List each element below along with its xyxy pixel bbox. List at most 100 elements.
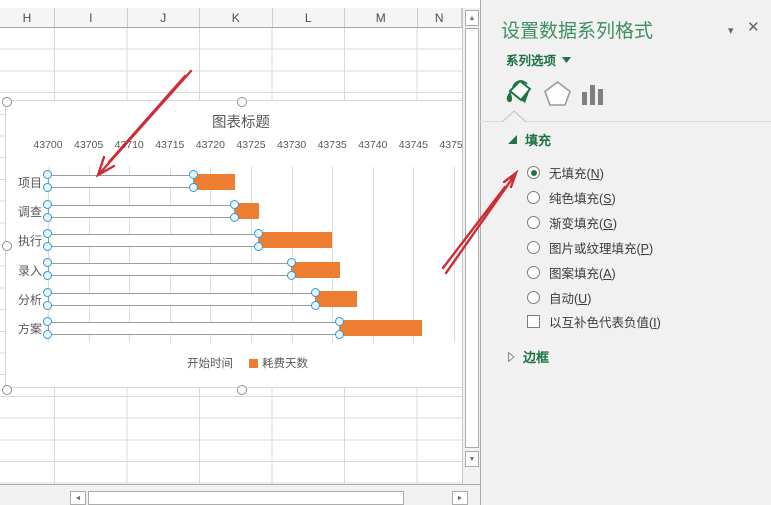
start-bar[interactable] xyxy=(48,204,235,218)
axis-tick-label[interactable]: 43715 xyxy=(148,139,192,151)
duration-bar[interactable] xyxy=(259,232,333,249)
axis-tick-label[interactable]: 43720 xyxy=(188,139,232,151)
radio-G[interactable] xyxy=(527,216,540,229)
invert-negative-checkbox[interactable] xyxy=(527,315,540,328)
chart-selection-handle[interactable] xyxy=(237,97,247,107)
series-selection-handle[interactable] xyxy=(310,287,320,297)
series-selection-handle[interactable] xyxy=(43,271,52,281)
fill-option-S[interactable]: 纯色填充(S) xyxy=(527,188,616,207)
series-selection-handle[interactable] xyxy=(43,212,52,222)
series-selection-handle[interactable] xyxy=(43,287,52,297)
radio-N[interactable] xyxy=(527,166,540,179)
scroll-up-button[interactable]: ▲ xyxy=(465,10,479,26)
vertical-scrollbar[interactable]: ▲ ▼ xyxy=(462,8,480,484)
axis-tick-label[interactable]: 43725 xyxy=(229,139,273,151)
horizontal-scroll-thumb[interactable] xyxy=(88,491,404,505)
start-bar[interactable] xyxy=(48,175,195,189)
duration-bar[interactable] xyxy=(194,173,235,190)
series-selection-handle[interactable] xyxy=(335,329,345,339)
column-header-I[interactable]: I xyxy=(55,8,128,27)
chart-selection-handle[interactable] xyxy=(2,241,12,251)
axis-tick-label[interactable]: 43735 xyxy=(310,139,354,151)
category-label[interactable]: 项目 xyxy=(8,174,42,191)
radio-S[interactable] xyxy=(527,191,540,204)
fill-option-U[interactable]: 自动(U) xyxy=(527,288,591,307)
axis-tick-label[interactable]: 43740 xyxy=(351,139,395,151)
series-selection-handle[interactable] xyxy=(43,228,52,238)
category-label[interactable]: 录入 xyxy=(8,262,42,279)
start-bar[interactable] xyxy=(48,263,292,277)
border-section-header[interactable]: 边框 xyxy=(508,347,549,366)
column-header-H[interactable]: H xyxy=(0,8,55,27)
chart-legend[interactable]: 开始时间 耗费天数 xyxy=(6,355,476,371)
series-selection-handle[interactable] xyxy=(254,241,264,251)
series-selection-handle[interactable] xyxy=(310,300,320,310)
fill-option-label[interactable]: 无填充(N) xyxy=(549,163,604,182)
axis-tick-label[interactable]: 43710 xyxy=(107,139,151,151)
category-label[interactable]: 调查 xyxy=(8,203,42,220)
fill-option-label[interactable]: 图案填充(A) xyxy=(549,263,616,282)
series-selection-handle[interactable] xyxy=(254,228,264,238)
tab-fill-and-line[interactable] xyxy=(503,76,535,113)
series-selection-handle[interactable] xyxy=(286,271,296,281)
fill-option-label[interactable]: 自动(U) xyxy=(549,288,591,307)
fill-option-P[interactable]: 图片或纹理填充(P) xyxy=(527,238,653,257)
fill-option-label[interactable]: 图片或纹理填充(P) xyxy=(549,238,653,257)
scroll-right-button[interactable]: ► xyxy=(452,491,468,505)
chart-selection-handle[interactable] xyxy=(237,385,247,395)
fill-option-N[interactable]: 无填充(N) xyxy=(527,163,604,182)
pane-dropdown-icon[interactable]: ▾ xyxy=(728,24,734,37)
pane-close-icon[interactable]: ✕ xyxy=(747,18,760,36)
axis-tick-label[interactable]: 43730 xyxy=(270,139,314,151)
column-header-L[interactable]: L xyxy=(273,8,345,27)
scroll-left-button[interactable]: ◄ xyxy=(70,491,86,505)
duration-bar[interactable] xyxy=(315,291,357,307)
series-selection-handle[interactable] xyxy=(43,316,52,326)
series-options-dropdown[interactable]: 系列选项 xyxy=(506,50,572,69)
tab-effects[interactable] xyxy=(544,80,571,112)
series-selection-handle[interactable] xyxy=(286,258,296,268)
start-bar[interactable] xyxy=(48,233,260,247)
category-label[interactable]: 执行 xyxy=(8,232,42,249)
fill-option-A[interactable]: 图案填充(A) xyxy=(527,263,616,282)
start-bar[interactable] xyxy=(48,321,341,335)
category-label[interactable]: 方案 xyxy=(8,320,42,337)
fill-section-header[interactable]: 填充 xyxy=(508,130,551,149)
invert-negative-checkbox-row[interactable]: 以互补色代表负值(I) xyxy=(527,312,661,331)
chart-title[interactable]: 图表标题 xyxy=(6,111,476,132)
series-selection-handle[interactable] xyxy=(229,212,239,222)
series-selection-handle[interactable] xyxy=(189,183,199,193)
checkbox-label[interactable]: 以互补色代表负值(I) xyxy=(549,312,661,331)
legend-item[interactable]: 耗费天数 xyxy=(249,355,308,371)
axis-tick-label[interactable]: 43700 xyxy=(26,139,70,151)
chart-area[interactable]: 图表标题 开始时间 耗费天数 43700 43705 43710 43715 43720 4… xyxy=(2,97,476,395)
radio-A[interactable] xyxy=(527,266,540,279)
radio-U[interactable] xyxy=(527,291,540,304)
fill-option-label[interactable]: 纯色填充(S) xyxy=(549,188,616,207)
legend-item[interactable]: 开始时间 xyxy=(174,355,233,371)
fill-option-label[interactable]: 渐变填充(G) xyxy=(549,213,617,232)
duration-bar[interactable] xyxy=(291,261,341,278)
scroll-down-button[interactable]: ▼ xyxy=(465,451,479,467)
horizontal-scrollbar[interactable]: ◄ ► xyxy=(0,484,480,505)
category-label[interactable]: 分析 xyxy=(8,291,42,308)
radio-P[interactable] xyxy=(527,241,540,254)
column-header-M[interactable]: M xyxy=(345,8,418,27)
column-header-K[interactable]: K xyxy=(200,8,273,27)
axis-tick-label[interactable]: 43705 xyxy=(67,139,111,151)
series-selection-handle[interactable] xyxy=(43,300,52,310)
vertical-scroll-thumb[interactable] xyxy=(465,28,479,448)
column-header-J[interactable]: J xyxy=(128,8,200,27)
series-selection-handle[interactable] xyxy=(43,183,52,193)
column-header-N[interactable]: N xyxy=(418,8,462,27)
fill-option-G[interactable]: 渐变填充(G) xyxy=(527,213,617,232)
series-selection-handle[interactable] xyxy=(229,199,239,209)
chart-selection-handle[interactable] xyxy=(2,97,12,107)
start-bar[interactable] xyxy=(48,292,316,306)
series-selection-handle[interactable] xyxy=(43,329,52,339)
tab-series-options[interactable] xyxy=(581,82,606,111)
series-selection-handle[interactable] xyxy=(43,199,52,209)
series-selection-handle[interactable] xyxy=(43,241,52,251)
duration-bar[interactable] xyxy=(340,320,422,337)
chart-selection-handle[interactable] xyxy=(2,385,12,395)
